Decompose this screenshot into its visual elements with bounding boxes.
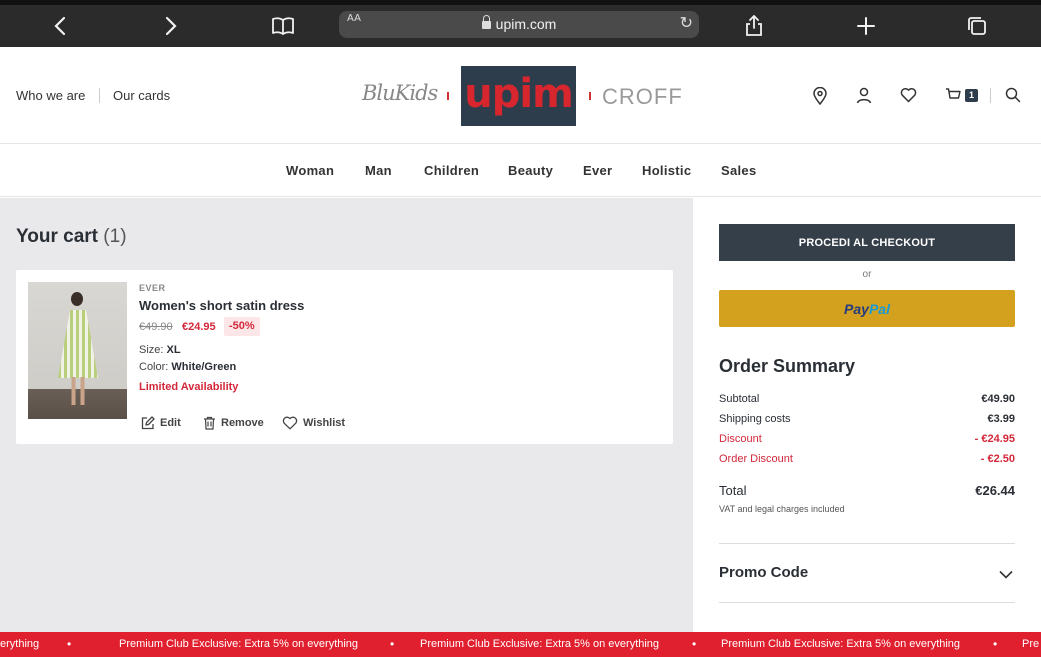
nav-item-man[interactable]: Man — [365, 163, 392, 178]
promo-ticker: erything • Premium Club Exclusive: Extra… — [0, 632, 1041, 657]
croff-logo[interactable]: CROFF — [602, 84, 683, 110]
ticker-message: Premium Club Exclusive: Extra 5% on ever… — [420, 638, 660, 650]
nav-item-sales[interactable]: Sales — [721, 163, 756, 178]
ticker-message: erything — [0, 638, 40, 650]
edit-icon — [141, 416, 155, 430]
nav-item-children[interactable]: Children — [424, 163, 479, 178]
forward-icon[interactable] — [156, 14, 186, 38]
cart-item-card: EVER Women's short satin dress €49.90 €2… — [16, 270, 673, 444]
cart-section: Your cart (1) EVER Women's short satin d… — [0, 198, 693, 632]
sale-price: €24.95 — [182, 321, 216, 333]
lock-icon — [481, 15, 491, 29]
cart-count: (1) — [103, 226, 127, 247]
product-name[interactable]: Women's short satin dress — [139, 298, 304, 313]
shipping-row: Shipping costs €3.99 — [719, 413, 1015, 425]
search-icon[interactable] — [1005, 87, 1023, 105]
main-nav: Woman Man Children Beauty Ever Holistic … — [0, 145, 1041, 197]
our-cards-link[interactable]: Our cards — [113, 88, 170, 103]
divider — [990, 88, 991, 103]
share-icon[interactable] — [739, 14, 769, 38]
wishlist-button[interactable]: Wishlist — [282, 416, 345, 430]
ticker-message: Pre — [1022, 638, 1040, 650]
nav-item-woman[interactable]: Woman — [286, 163, 334, 178]
reload-icon[interactable]: ↻ — [680, 13, 693, 33]
divider — [99, 88, 100, 103]
nav-item-holistic[interactable]: Holistic — [642, 163, 691, 178]
trash-icon — [204, 416, 215, 430]
ticker-dot: • — [993, 637, 998, 651]
logo-divider — [589, 92, 591, 100]
edit-button[interactable]: Edit — [141, 416, 181, 430]
availability-status: Limited Availability — [139, 381, 239, 393]
cart-count-badge: 1 — [965, 89, 978, 102]
ticker-message: Premium Club Exclusive: Extra 5% on ever… — [721, 638, 961, 650]
ticker-dot: • — [67, 637, 72, 651]
user-icon[interactable] — [856, 87, 874, 105]
promo-code-toggle[interactable]: Promo Code — [719, 543, 1015, 603]
tabs-icon[interactable] — [962, 14, 992, 38]
discount-row: Discount - €24.95 — [719, 433, 1015, 445]
back-icon[interactable] — [45, 14, 75, 38]
product-size: Size: XL — [139, 344, 181, 356]
browser-toolbar: AA upim.com ↻ — [0, 0, 1041, 47]
cart-icon[interactable] — [945, 87, 963, 105]
heart-icon — [282, 416, 298, 430]
remove-button[interactable]: Remove — [203, 416, 264, 430]
page-title: Your cart (1) — [16, 226, 127, 247]
chevron-down-icon — [999, 566, 1013, 584]
url-text: upim.com — [495, 16, 557, 32]
upim-logo[interactable]: upim — [461, 66, 576, 126]
discount-badge: -50% — [224, 317, 260, 336]
promo-code-label: Promo Code — [719, 564, 809, 581]
product-image[interactable] — [28, 282, 127, 419]
logo-divider — [447, 92, 449, 100]
original-price: €49.90 — [139, 321, 173, 333]
nav-item-beauty[interactable]: Beauty — [508, 163, 553, 178]
total-row: Total €26.44 — [719, 483, 1015, 498]
site-header: Who we are Our cards BluKids upim CROFF … — [0, 47, 1041, 144]
address-bar[interactable]: AA upim.com ↻ — [339, 11, 699, 38]
vat-note: VAT and legal charges included — [719, 504, 845, 514]
order-discount-row: Order Discount - €2.50 — [719, 453, 1015, 465]
product-brand: EVER — [139, 283, 166, 293]
who-we-are-link[interactable]: Who we are — [16, 88, 85, 103]
nav-item-ever[interactable]: Ever — [583, 163, 612, 178]
heart-icon[interactable] — [900, 87, 918, 105]
ticker-message: Premium Club Exclusive: Extra 5% on ever… — [119, 638, 359, 650]
location-icon[interactable] — [812, 86, 830, 106]
ticker-dot: • — [692, 637, 697, 651]
or-separator: or — [862, 269, 872, 280]
order-summary-panel: PROCEDI AL CHECKOUT or Pay Pal Order Summ… — [693, 198, 1041, 632]
ticker-dot: • — [390, 637, 395, 651]
bookmarks-icon[interactable] — [268, 14, 298, 38]
subtotal-row: Subtotal €49.90 — [719, 393, 1015, 405]
checkout-button[interactable]: PROCEDI AL CHECKOUT — [719, 224, 1015, 261]
new-tab-icon[interactable] — [851, 14, 881, 38]
summary-title: Order Summary — [719, 356, 856, 376]
product-color: Color: White/Green — [139, 361, 237, 373]
paypal-button[interactable]: Pay Pal — [719, 290, 1015, 327]
blukids-logo[interactable]: BluKids — [362, 81, 438, 105]
